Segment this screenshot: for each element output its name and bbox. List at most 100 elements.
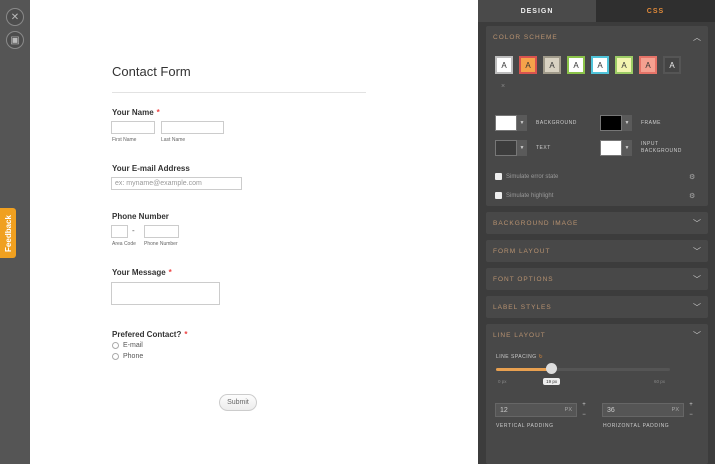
phone-dash: - — [132, 226, 135, 235]
last-name-input[interactable] — [161, 121, 224, 134]
chevron-up-icon[interactable]: ︿ — [693, 32, 701, 43]
vertical-padding-stepper[interactable]: + − — [579, 402, 589, 418]
background-label: BACKGROUND — [536, 120, 577, 126]
horizontal-padding-value: 36 — [607, 406, 615, 414]
color-scheme-swatch[interactable]: A — [495, 56, 513, 74]
feedback-tab[interactable]: Feedback — [0, 208, 16, 258]
line-layout-header[interactable]: LINE LAYOUT ﹀ — [486, 324, 708, 346]
checkbox-label: Simulate error state — [506, 173, 559, 180]
chevron-down-icon[interactable]: ﹀ — [693, 246, 701, 257]
gear-icon[interactable]: ⚙ — [689, 173, 695, 181]
section-title: BACKGROUND IMAGE — [493, 219, 579, 227]
section-header[interactable]: FORM LAYOUT ﹀ — [486, 240, 708, 262]
color-scheme-swatch[interactable]: A — [591, 56, 609, 74]
phone-number-input[interactable] — [144, 225, 179, 238]
area-code-input[interactable] — [111, 225, 128, 238]
gear-icon[interactable]: ⚙ — [689, 192, 695, 200]
color-scheme-swatch[interactable]: A — [567, 56, 585, 74]
chevron-down-icon[interactable]: ﹀ — [693, 330, 701, 341]
form-layout-section[interactable]: FORM LAYOUT ﹀ — [486, 240, 708, 262]
chevron-down-icon[interactable]: ﹀ — [693, 218, 701, 229]
email-placeholder: ex: myname@example.com — [115, 180, 202, 187]
radio-option-phone[interactable]: Phone — [112, 353, 143, 360]
checkbox[interactable] — [495, 173, 502, 180]
left-rail: ✕ ▣ Feedback — [0, 0, 30, 464]
section-header[interactable]: FONT OPTIONS ﹀ — [486, 268, 708, 290]
radio-button[interactable] — [112, 342, 119, 349]
reset-scheme-icon[interactable]: × — [501, 83, 505, 90]
phone-label[interactable]: Phone Number — [112, 212, 169, 221]
color-scheme-swatch[interactable]: A — [519, 56, 537, 74]
text-color-box[interactable] — [495, 140, 517, 156]
slider-min-label: 0 px — [498, 379, 507, 384]
line-spacing-text: LINE SPACING — [496, 354, 537, 360]
message-label[interactable]: Your Message * — [112, 268, 172, 277]
text-dropdown[interactable]: ▼ — [517, 140, 527, 156]
save-icon[interactable]: ▣ — [6, 31, 24, 49]
background-dropdown[interactable]: ▼ — [517, 115, 527, 131]
minus-icon[interactable]: − — [582, 412, 586, 418]
reset-icon[interactable]: ↻ — [539, 354, 544, 360]
line-layout-section: LINE LAYOUT ﹀ — [486, 324, 708, 464]
name-label[interactable]: Your Name * — [112, 108, 160, 117]
plus-icon[interactable]: + — [582, 402, 586, 408]
phone-number-sublabel: Phone Number — [144, 241, 178, 247]
font-options-section[interactable]: FONT OPTIONS ﹀ — [486, 268, 708, 290]
contact-label[interactable]: Prefered Contact? * — [112, 330, 187, 339]
section-title: LINE LAYOUT — [493, 331, 546, 339]
section-title: COLOR SCHEME — [493, 33, 558, 41]
simulate-error-toggle[interactable]: Simulate error state — [495, 173, 558, 180]
line-spacing-slider[interactable] — [496, 368, 670, 371]
color-scheme-swatch[interactable]: A — [639, 56, 657, 74]
color-scheme-swatch[interactable]: A — [543, 56, 561, 74]
plus-icon[interactable]: + — [689, 402, 693, 408]
email-input[interactable]: ex: myname@example.com — [111, 177, 242, 190]
label-styles-section[interactable]: LABEL STYLES ﹀ — [486, 296, 708, 318]
input-bg-color-box[interactable] — [600, 140, 622, 156]
submit-button[interactable]: Submit — [219, 394, 257, 411]
checkbox[interactable] — [495, 192, 502, 199]
horizontal-padding-label: HORIZONTAL PADDING — [603, 423, 670, 429]
section-header[interactable]: BACKGROUND IMAGE ﹀ — [486, 212, 708, 234]
color-scheme-swatch[interactable]: A — [663, 56, 681, 74]
message-textarea[interactable] — [111, 282, 220, 305]
tab-design[interactable]: DESIGN — [478, 0, 596, 22]
frame-dropdown[interactable]: ▼ — [622, 115, 632, 131]
chevron-down-icon[interactable]: ﹀ — [693, 274, 701, 285]
panel-tabs: DESIGN CSS — [478, 0, 715, 22]
message-label-text: Your Message — [112, 268, 166, 277]
horizontal-padding-stepper[interactable]: + − — [686, 402, 696, 418]
radio-button[interactable] — [112, 353, 119, 360]
horizontal-padding-input[interactable]: 36 PX — [602, 403, 684, 417]
area-code-sublabel: Area Code — [112, 241, 136, 247]
title-divider — [112, 92, 366, 93]
form-title[interactable]: Contact Form — [112, 64, 191, 79]
slider-fill — [496, 368, 552, 371]
simulate-highlight-toggle[interactable]: Simulate highlight — [495, 192, 553, 199]
section-header[interactable]: LABEL STYLES ﹀ — [486, 296, 708, 318]
email-label[interactable]: Your E-mail Address — [112, 164, 190, 173]
required-marker: * — [168, 268, 172, 277]
background-color-box[interactable] — [495, 115, 517, 131]
first-name-input[interactable] — [111, 121, 155, 134]
color-scheme-section: COLOR SCHEME ︿ AAAAAAAA × ▼ BACKGROUND ▼… — [486, 26, 708, 206]
vertical-padding-label: VERTICAL PADDING — [496, 423, 554, 429]
chevron-down-icon[interactable]: ﹀ — [693, 302, 701, 313]
color-scheme-swatch[interactable]: A — [615, 56, 633, 74]
background-image-section[interactable]: BACKGROUND IMAGE ﹀ — [486, 212, 708, 234]
vertical-padding-value: 12 — [500, 406, 508, 414]
vertical-padding-input[interactable]: 12 PX — [495, 403, 577, 417]
color-scheme-header[interactable]: COLOR SCHEME ︿ — [486, 26, 708, 48]
slider-max-label: 60 px — [654, 379, 666, 384]
required-marker: * — [184, 330, 188, 339]
unit-label: PX — [564, 407, 572, 413]
unit-label: PX — [671, 407, 679, 413]
minus-icon[interactable]: − — [689, 412, 693, 418]
required-marker: * — [156, 108, 160, 117]
contact-label-text: Prefered Contact? — [112, 330, 182, 339]
input-bg-dropdown[interactable]: ▼ — [622, 140, 632, 156]
radio-option-email[interactable]: E-mail — [112, 342, 143, 349]
tab-css[interactable]: CSS — [596, 0, 715, 22]
close-icon[interactable]: ✕ — [6, 8, 24, 26]
frame-color-box[interactable] — [600, 115, 622, 131]
